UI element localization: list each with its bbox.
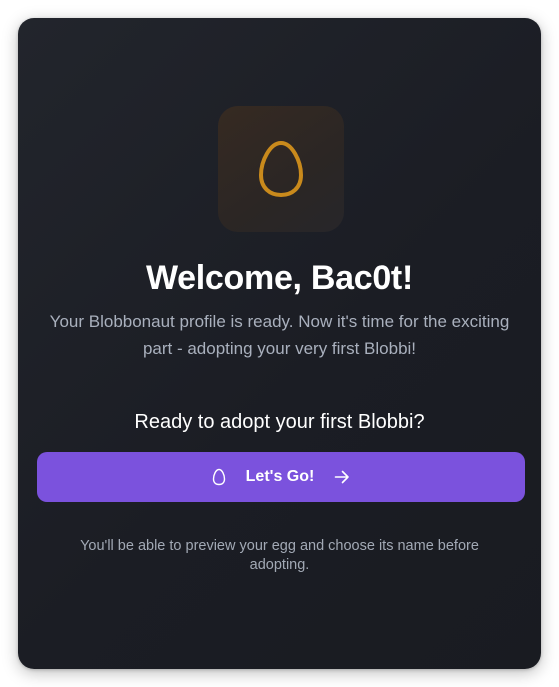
egg-outline-icon	[212, 468, 226, 486]
welcome-card: Welcome, Bac0t! Your Blobbonaut profile …	[18, 18, 541, 669]
preview-note: You'll be able to preview your egg and c…	[80, 538, 479, 573]
welcome-subtitle: Your Blobbonaut profile is ready. Now it…	[49, 312, 510, 358]
welcome-title: Welcome, Bac0t!	[146, 259, 413, 297]
egg-icon	[259, 141, 303, 197]
egg-icon-tile	[218, 106, 344, 232]
adopt-prompt: Ready to adopt your first Blobbi?	[134, 411, 425, 433]
arrow-right-icon	[334, 470, 350, 484]
lets-go-button[interactable]: Let's Go!	[37, 452, 525, 502]
lets-go-label: Let's Go!	[245, 468, 315, 485]
